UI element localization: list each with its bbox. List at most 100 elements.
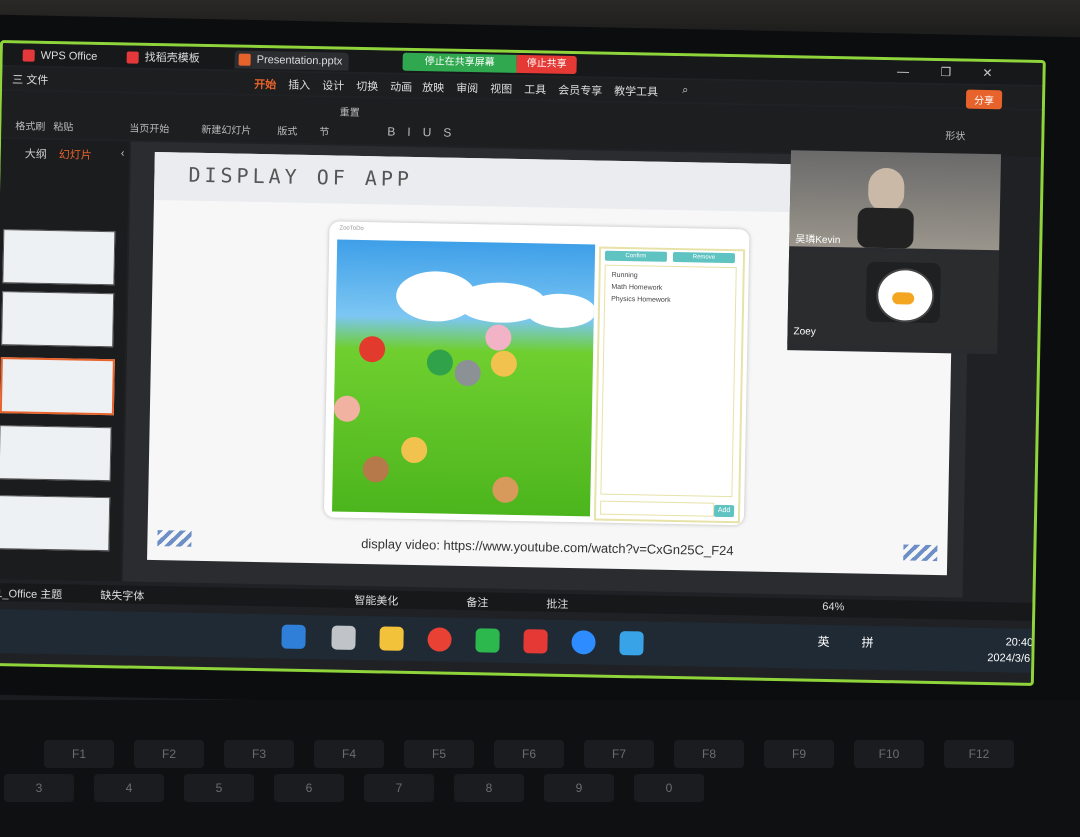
ime-english[interactable]: 英 [817,633,829,650]
list-item[interactable]: Math Homework [611,284,662,292]
cloud [525,293,596,329]
missing-font-warning[interactable]: 缺失字体 [100,587,144,604]
tab-templates[interactable]: 找稻壳模板 [123,48,206,68]
app-screenshot: ZooToDo Confirm Remove Running Math Home… [323,221,750,526]
keyboard-key[interactable]: F10 [854,740,924,768]
pig-character [333,395,361,422]
dog-character [490,350,518,377]
ppt-icon [238,53,251,66]
window-controls[interactable]: — ❐ ✕ [897,64,1007,80]
keyboard-key[interactable]: 5 [184,774,254,802]
menu-review[interactable]: 审阅 [456,80,478,96]
keyboard-key[interactable]: 0 [634,774,704,802]
confirm-button[interactable]: Confirm [604,250,668,262]
windows-start-icon[interactable] [281,624,306,649]
new-slide-button[interactable]: 新建幻灯片 [201,121,251,137]
keyboard-key[interactable]: 7 [364,774,434,802]
chrome-icon[interactable] [427,627,452,652]
app-title: ZooToDo [339,225,364,233]
clock-time[interactable]: 20:40 [1006,636,1034,649]
list-item[interactable]: Physics Homework [611,296,671,304]
paste-button[interactable]: 粘贴 [53,118,73,133]
tab-outline[interactable]: 大纲 [25,145,47,161]
keyboard-key[interactable]: 4 [94,774,164,802]
menu-teaching[interactable]: 教学工具 [614,83,658,100]
collapse-icon[interactable]: ‹ [121,147,125,159]
app-scene [332,239,596,517]
menu-animation[interactable]: 动画 [390,79,412,95]
keyboard-key[interactable]: F1 [44,740,114,768]
format-brush-button[interactable]: 格式刷 [15,117,45,133]
slide-thumbnail[interactable] [0,357,115,416]
tab-slides[interactable]: 幻灯片 [59,146,92,163]
participant-tile[interactable]: 吴璘Kevin [789,150,1001,251]
list-item[interactable]: Running [612,272,638,279]
comment-button[interactable]: 批注 [546,596,568,612]
clock-date[interactable]: 2024/3/6 [987,652,1030,665]
menu-home[interactable]: 开始 [254,76,276,92]
keyboard-key[interactable]: F9 [764,740,834,768]
keyboard-key[interactable]: F5 [404,740,474,768]
share-button[interactable]: 分享 [965,89,1003,110]
koala-character [454,359,481,387]
zoom-level[interactable]: 64% [822,601,844,613]
slide-thumbnail[interactable] [1,291,115,348]
keyboard-key[interactable]: 8 [454,774,524,802]
section-button[interactable]: 节 [319,123,329,138]
shape-button[interactable]: 形状 [945,127,965,142]
keyboard-key[interactable]: 3 [4,774,74,802]
task-view-icon[interactable] [331,625,356,650]
search-icon[interactable]: ⌕ [682,84,688,97]
keyboard-key[interactable]: F2 [134,740,204,768]
corner-decoration [157,530,192,547]
keyboard-key[interactable]: 9 [544,774,614,802]
layout-button[interactable]: 版式 [277,122,297,137]
text-format-buttons[interactable]: BIUS [387,124,463,139]
add-button[interactable]: Add [713,504,735,518]
reset-button[interactable]: 重置 [340,104,360,119]
stop-share-button[interactable]: 停止共享 [516,54,577,75]
wechat-icon[interactable] [475,628,500,653]
beautify-button[interactable]: 智能美化 [354,592,398,609]
participant-tile[interactable]: Zoey [787,250,1000,349]
wps-icon[interactable] [523,629,548,654]
file-explorer-icon[interactable] [379,626,404,651]
crocodile-character [426,349,454,376]
zoom-icon[interactable] [571,630,596,655]
task-input[interactable] [599,500,715,517]
from-current-button[interactable]: 当页开始 [129,120,169,135]
menu-insert[interactable]: 插入 [288,77,310,93]
participant-name: 吴璘Kevin [795,234,841,247]
taskbar: 英 拼 20:40 2024/3/6 [0,608,1034,673]
menu-transition[interactable]: 切换 [356,78,378,94]
tab-presentation[interactable]: Presentation.pptx [234,50,349,71]
slide-thumbnail[interactable] [0,425,112,482]
menu-file[interactable]: 三 文件 [12,71,48,88]
menu-design[interactable]: 设计 [322,77,344,93]
sharing-status[interactable]: 停止在共享屏幕 [402,52,517,73]
keyboard-key[interactable]: F12 [944,740,1014,768]
ime-pinyin[interactable]: 拼 [861,634,873,651]
keyboard-key[interactable]: F8 [674,740,744,768]
notes-button[interactable]: 备注 [466,594,488,610]
keyboard-key[interactable]: F7 [584,740,654,768]
keyboard-key[interactable]: F4 [314,740,384,768]
corner-decoration [903,544,938,562]
menu-tools[interactable]: 工具 [524,81,546,97]
slide-thumbnail[interactable] [0,495,111,552]
menu-view[interactable]: 视图 [490,80,512,96]
participant-video [867,167,905,213]
slide-caption: display video: https://www.youtube.com/w… [361,536,734,559]
tab-wps-office[interactable]: WPS Office [19,46,104,66]
slide-title: DISPLAY OF APP [188,162,414,191]
keyboard-key[interactable]: F3 [224,740,294,768]
notepad-icon[interactable] [619,631,644,656]
keyboard-key[interactable]: 6 [274,774,344,802]
menu-member[interactable]: 会员专享 [558,82,602,99]
video-call-panel: 吴璘Kevin Zoey [787,150,1001,355]
slide-thumbnail[interactable] [2,229,116,286]
menu-slideshow[interactable]: 放映 [422,79,444,95]
remove-button[interactable]: Remove [672,251,736,264]
screen-share-bar: 停止在共享屏幕 停止共享 [402,52,577,75]
keyboard-key[interactable]: F6 [494,740,564,768]
